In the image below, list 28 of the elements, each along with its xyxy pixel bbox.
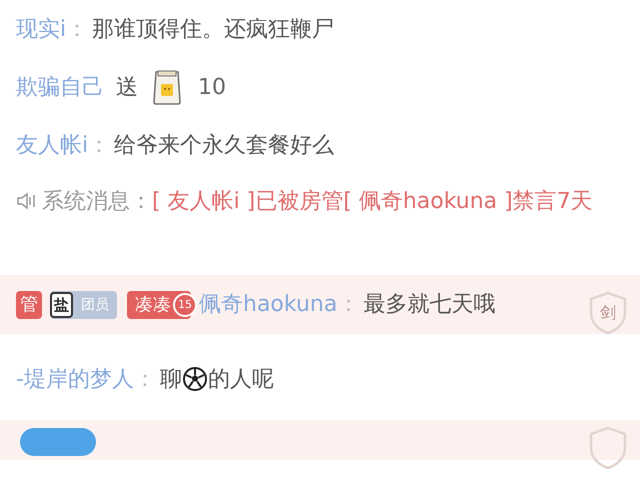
username[interactable]: 现实i — [16, 14, 66, 44]
shield-badge: 剑 — [588, 291, 628, 335]
username[interactable]: 友人帐i — [16, 130, 88, 160]
medal-level: 15 — [173, 292, 197, 317]
shield-icon — [588, 426, 628, 470]
message-text: 给爷来个永久套餐好么 — [114, 132, 334, 160]
gift-bag-icon — [152, 68, 182, 106]
username[interactable]: 欺骗自己 — [16, 72, 104, 102]
system-label: 系统消息： — [42, 189, 152, 214]
message-text: 的人呢 — [208, 366, 274, 394]
admin-badge: 管 — [16, 290, 42, 319]
username[interactable]: -堤岸的梦人 — [16, 364, 134, 394]
colon-separator: ： — [66, 16, 88, 44]
fan-badge-icon: 盐 — [50, 292, 73, 318]
system-message: [ 友人帐i ]已被房管[ 佩奇haokuna ]禁言7天 — [152, 189, 593, 214]
message-text: 最多就七天哦 — [363, 292, 496, 317]
speaker-icon — [16, 192, 38, 210]
fan-badge-label: 团员 — [80, 296, 110, 315]
soccer-ball-icon — [182, 366, 207, 390]
gift-verb: 送 — [116, 74, 138, 102]
colon-separator: ： — [134, 366, 156, 394]
username[interactable]: 佩奇haokuna — [199, 292, 338, 317]
message-text: 聊 — [160, 366, 182, 394]
medal-name: 凑凑 — [135, 292, 171, 317]
colon-separator: ： — [337, 292, 360, 317]
gift-count: 10 — [198, 74, 226, 100]
colon-separator: ： — [88, 132, 110, 160]
message-text: 那谁顶得住。还疯狂鞭尸 — [92, 16, 334, 44]
